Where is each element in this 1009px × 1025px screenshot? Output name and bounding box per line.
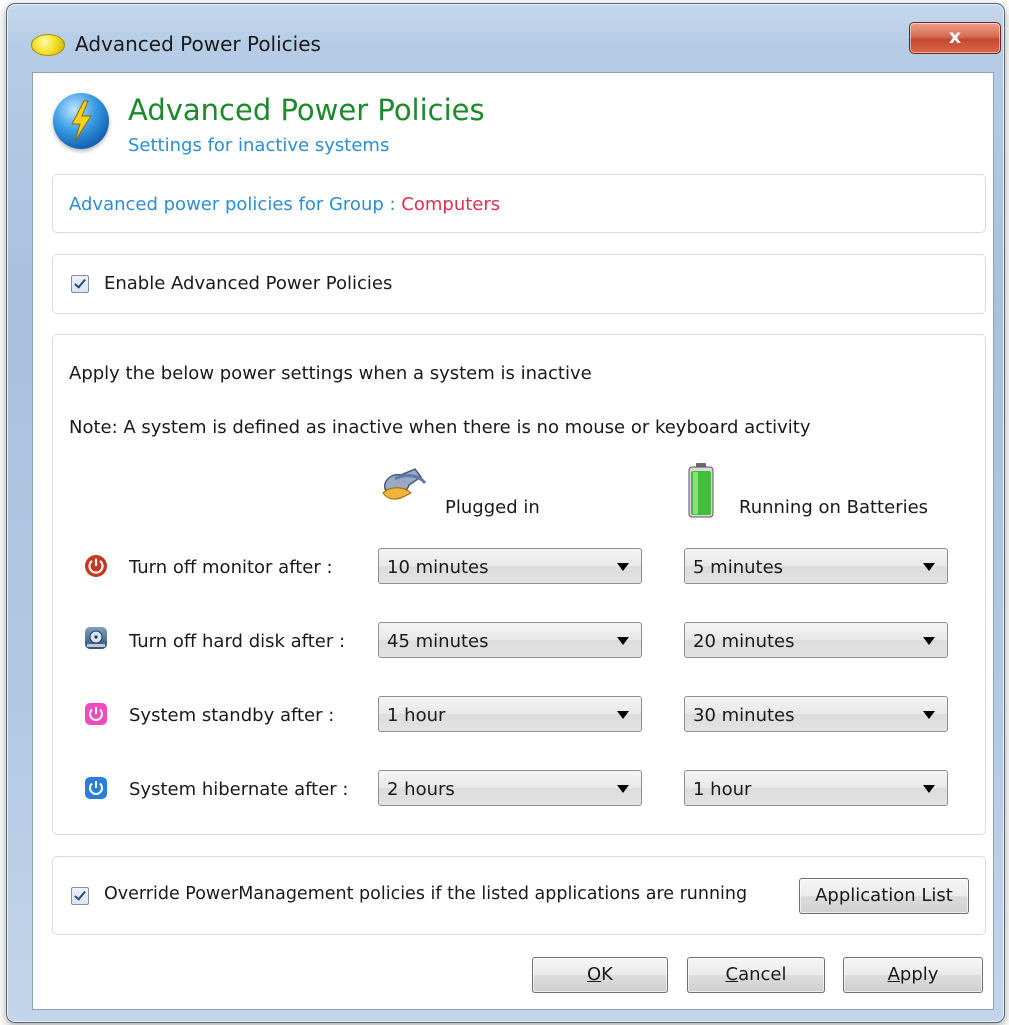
monitor-plugged-value: 10 minutes [387,557,489,578]
group-name: Computers [401,194,501,215]
chevron-down-icon [617,637,629,645]
hibernate-plugged-value: 2 hours [387,779,455,800]
hibernate-battery-select[interactable]: 1 hour [684,770,948,806]
standby-plugged-select[interactable]: 1 hour [378,696,642,732]
override-checkbox[interactable] [71,887,89,905]
settings-intro: Apply the below power settings when a sy… [69,363,592,384]
col-running-on-batteries: Running on Batteries [739,497,929,518]
enable-checkbox-label[interactable]: Enable Advanced Power Policies [104,273,392,294]
dialog-content: Advanced Power Policies Settings for ina… [32,72,994,1010]
chevron-down-icon [617,785,629,793]
ok-button[interactable]: OK [532,957,668,993]
enable-panel: Enable Advanced Power Policies [52,254,986,314]
hard-disk-icon [85,627,107,649]
power-settings-panel: Apply the below power settings when a sy… [52,334,986,835]
override-panel: Override PowerManagement policies if the… [52,856,986,935]
plug-icon [381,463,431,501]
standby-plugged-value: 1 hour [387,705,446,726]
chevron-down-icon [617,711,629,719]
inactive-note: Note: A system is defined as inactive wh… [69,417,811,438]
window-title: Advanced Power Policies [75,32,321,56]
override-checkbox-label[interactable]: Override PowerManagement policies if the… [104,884,747,904]
group-info-label: Advanced power policies for Group : [69,194,396,215]
standby-battery-value: 30 minutes [693,705,795,726]
chevron-down-icon [923,785,935,793]
hard-disk-plugged-select[interactable]: 45 minutes [378,622,642,658]
apply-mnemonic: A [887,964,900,985]
apply-button[interactable]: Apply [843,957,983,993]
application-list-button[interactable]: Application List [799,878,969,914]
standby-label: System standby after : [129,705,335,726]
app-icon [31,34,65,56]
hibernate-battery-value: 1 hour [693,779,752,800]
monitor-battery-select[interactable]: 5 minutes [684,548,948,584]
ok-mnemonic: O [587,964,602,985]
group-info-panel: Advanced power policies for Group : Comp… [52,174,986,233]
dialog-window: Advanced Power Policies x Advanced Power… [6,3,1005,1023]
hard-disk-plugged-value: 45 minutes [387,631,489,652]
standby-battery-select[interactable]: 30 minutes [684,696,948,732]
enable-checkbox[interactable] [71,275,89,293]
title-bar[interactable]: Advanced Power Policies x [7,4,1004,68]
monitor-label: Turn off monitor after : [129,557,333,578]
group-info-text: Advanced power policies for Group : Comp… [69,194,500,215]
chevron-down-icon [923,563,935,571]
header-subtitle: Settings for inactive systems [128,135,390,156]
chevron-down-icon [923,711,935,719]
apply-label: pply [899,964,939,985]
hibernate-blue-icon [85,777,107,799]
hard-disk-battery-select[interactable]: 20 minutes [684,622,948,658]
col-plugged-in: Plugged in [445,497,540,518]
hibernate-label: System hibernate after : [129,779,349,800]
header-title: Advanced Power Policies [128,93,485,127]
hard-disk-label: Turn off hard disk after : [129,631,346,652]
chevron-down-icon [923,637,935,645]
power-red-icon [85,555,107,577]
hibernate-plugged-select[interactable]: 2 hours [378,770,642,806]
ok-label: K [601,964,613,985]
chevron-down-icon [617,563,629,571]
cancel-button[interactable]: Cancel [687,957,825,993]
hard-disk-battery-value: 20 minutes [693,631,795,652]
power-policy-icon [53,93,109,149]
monitor-battery-value: 5 minutes [693,557,784,578]
cancel-mnemonic: C [725,964,739,985]
battery-icon [687,463,715,519]
close-button[interactable]: x [909,22,1001,54]
monitor-plugged-select[interactable]: 10 minutes [378,548,642,584]
standby-pink-icon [85,703,107,725]
cancel-label: ancel [738,964,787,985]
